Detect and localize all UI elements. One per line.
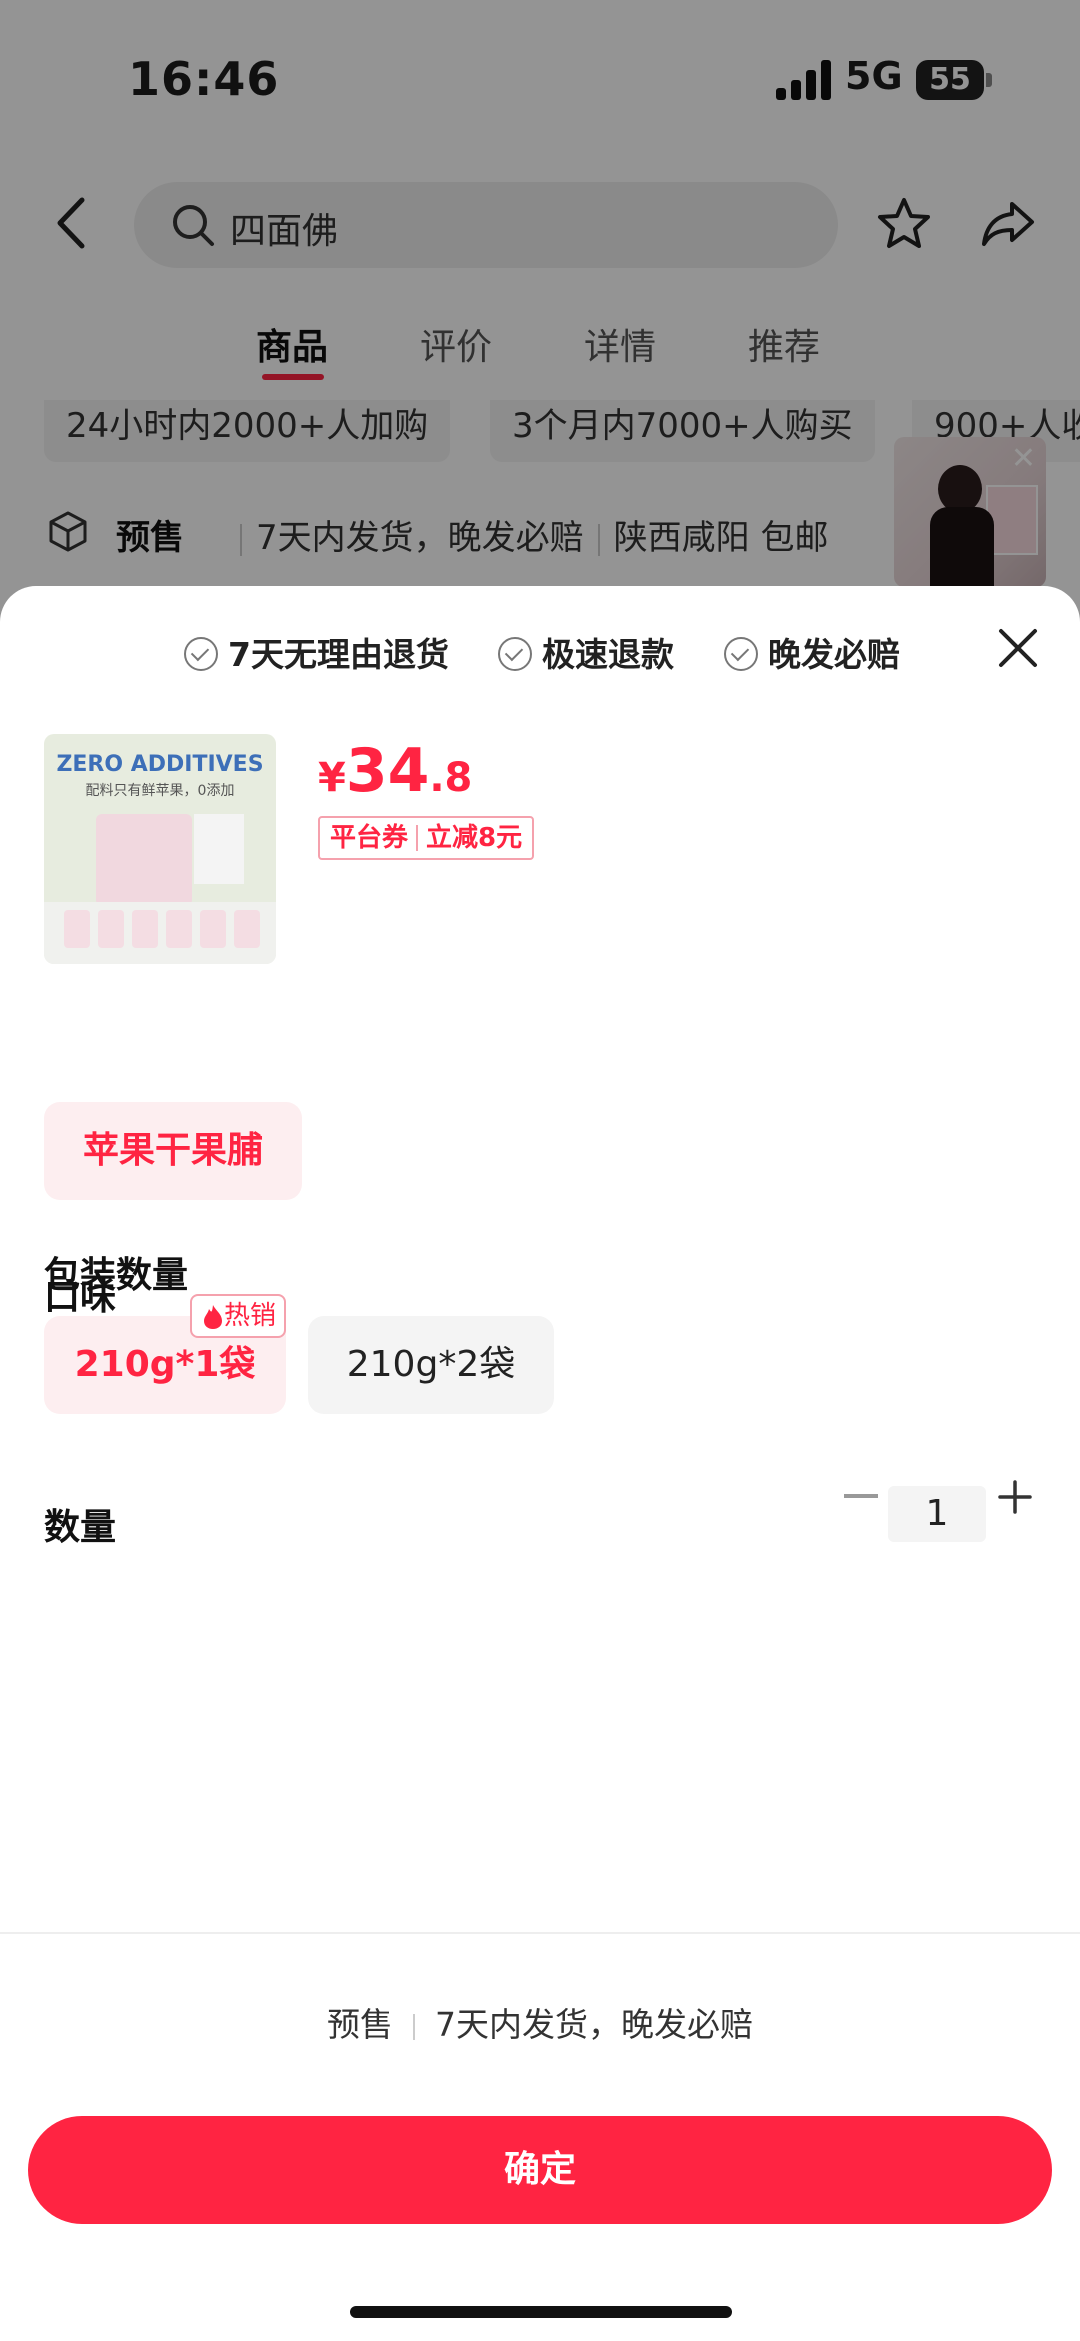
product-image-headline: ZERO ADDITIVES: [56, 752, 264, 777]
flavor-option[interactable]: 苹果干果脯: [44, 1102, 302, 1200]
pack-option[interactable]: 210g*2袋: [308, 1316, 554, 1414]
hot-sale-tag: 热销: [190, 1294, 286, 1338]
coupon-label: 平台券: [330, 823, 409, 853]
product-image-subline: 配料只有鲜苹果，0添加: [85, 783, 235, 799]
product-package: [96, 814, 192, 906]
price-currency: ¥: [318, 755, 346, 801]
footer-divider: [0, 1932, 1080, 1934]
footer-presale-badge: 预售: [327, 2005, 393, 2044]
product-thumbnail[interactable]: ZERO ADDITIVES 配料只有鲜苹果，0添加: [44, 734, 276, 964]
guarantee-label: 晚发必赔: [768, 635, 900, 674]
product-bag: [234, 910, 260, 948]
product-bag: [200, 910, 226, 948]
product-bag: [64, 910, 90, 948]
guarantee-label: 7天无理由退货: [228, 635, 449, 674]
guarantee-item: 极速退款: [498, 628, 674, 676]
product-bag: [132, 910, 158, 948]
check-circle-icon: [724, 637, 758, 671]
footer-presale-text: 7天内发货，晚发必赔: [435, 2005, 753, 2044]
price: ¥34.8: [318, 736, 472, 806]
increase-quantity-button[interactable]: [998, 1480, 1032, 1514]
coupon-badge: 平台券 立减8元: [318, 816, 535, 860]
home-indicator: [350, 2306, 732, 2318]
footer-presale-note: 预售 7天内发货，晚发必赔: [0, 1998, 1080, 2046]
price-decimal: .8: [429, 755, 473, 801]
product-bag: [166, 910, 192, 948]
pack-title: 包装数量: [44, 1255, 189, 1296]
quantity-title: 数量: [44, 1507, 117, 1548]
flame-icon: [204, 1305, 222, 1329]
check-circle-icon: [498, 637, 532, 671]
decrease-quantity-button[interactable]: [844, 1494, 878, 1498]
guarantee-item: 7天无理由退货: [184, 628, 449, 676]
guarantee-label: 极速退款: [542, 635, 674, 674]
coupon-discount: 立减8元: [426, 823, 523, 853]
price-integer: 34: [345, 736, 430, 806]
quantity-input[interactable]: 1: [888, 1486, 986, 1542]
hot-sale-label: 热销: [223, 1301, 276, 1331]
product-bag: [98, 910, 124, 948]
guarantee-item: 晚发必赔: [724, 628, 900, 676]
close-icon[interactable]: [996, 626, 1040, 670]
check-circle-icon: [184, 637, 218, 671]
sku-selection-sheet: 7天无理由退货 极速退款 晚发必赔 ZERO ADDITIVES 配料只有鲜苹果…: [0, 586, 1080, 2341]
product-label-card: [194, 814, 244, 884]
confirm-button[interactable]: 确定: [28, 2116, 1052, 2224]
